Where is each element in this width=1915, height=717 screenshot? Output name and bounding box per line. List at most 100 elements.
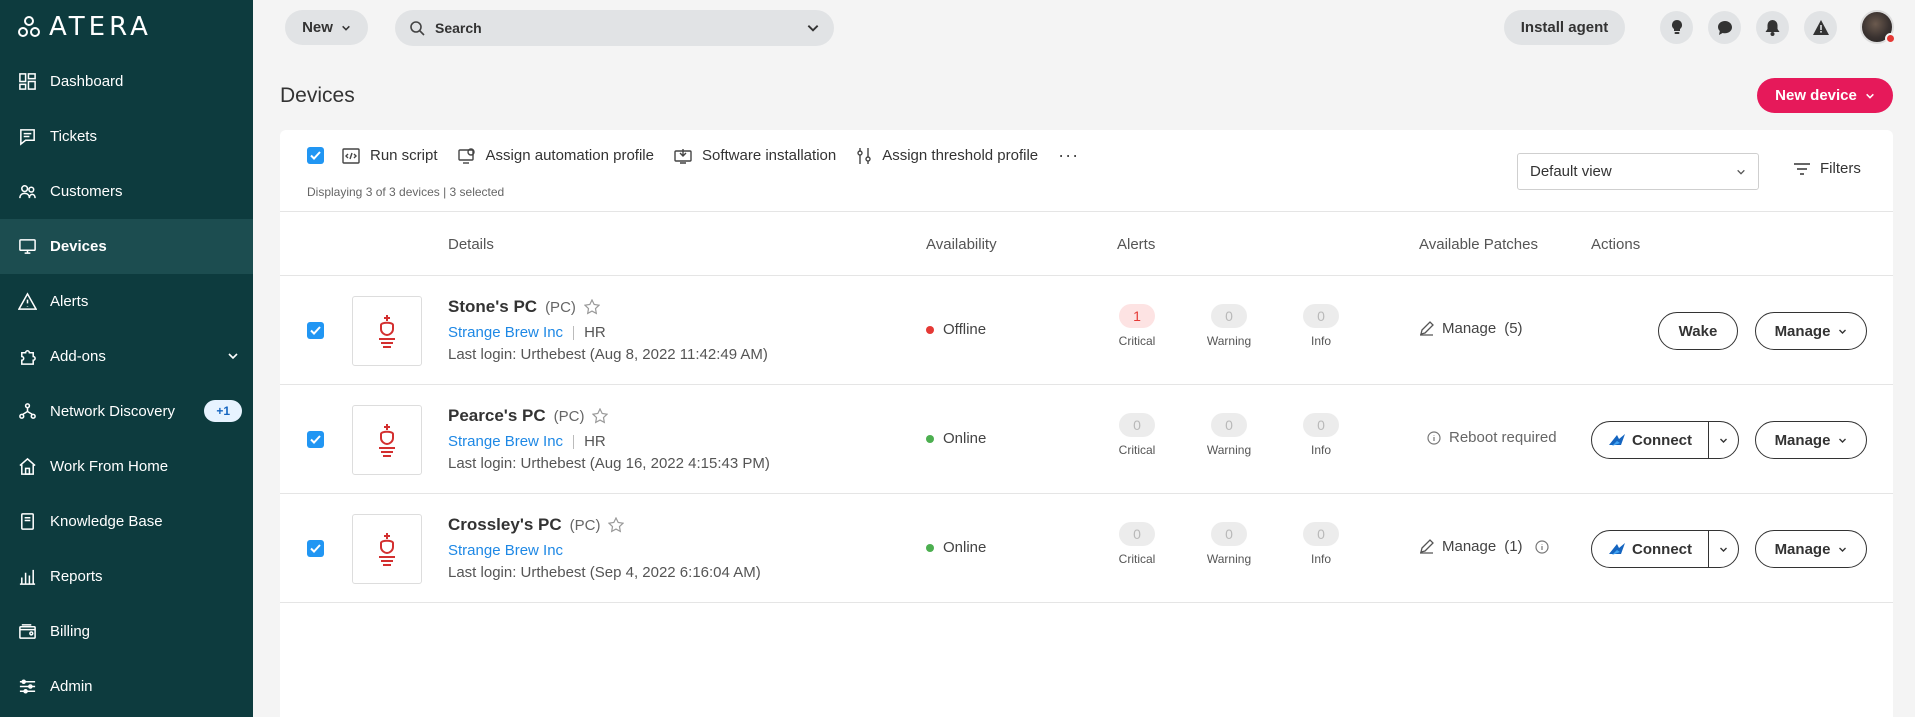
alert-warning[interactable]: 0 Warning	[1207, 304, 1251, 348]
patches-label: Manage	[1442, 320, 1497, 337]
sidebar-item-work-from-home[interactable]: Work From Home	[0, 439, 253, 494]
sidebar-item-knowledge-base[interactable]: Knowledge Base	[0, 494, 253, 549]
assign-threshold-profile-button[interactable]: Assign threshold profile	[856, 147, 1038, 165]
run-script-button[interactable]: Run script	[342, 147, 438, 164]
patches-manage[interactable]: Manage (5)	[1419, 320, 1523, 337]
warning-label: Warning	[1206, 552, 1252, 566]
status-dot	[926, 325, 934, 334]
device-name-block: Stone's PC (PC)	[448, 297, 600, 317]
manage-button[interactable]: Manage	[1755, 530, 1867, 568]
header-availability[interactable]: Availability	[926, 236, 997, 253]
select-all-checkbox[interactable]	[307, 147, 324, 164]
manage-button[interactable]: Manage	[1755, 421, 1867, 459]
customer-link[interactable]: Strange Brew Inc	[448, 433, 563, 450]
device-type: (PC)	[553, 407, 585, 425]
sidebar-item-dashboard[interactable]: Dashboard	[0, 54, 253, 109]
star-icon[interactable]	[583, 299, 600, 315]
table-row[interactable]: Crossley's PC (PC) Strange Brew Inc Last…	[280, 494, 1893, 603]
chevron-down-icon	[227, 349, 239, 366]
page-title: Devices	[280, 84, 355, 107]
connect-button[interactable]: Connect	[1591, 530, 1739, 568]
alert-critical[interactable]: 0 Critical	[1117, 522, 1157, 566]
info-icon	[1427, 430, 1441, 445]
more-icon[interactable]: ···	[1058, 145, 1079, 166]
sidebar-item-label: Network Discovery	[50, 403, 176, 420]
last-login: Last login: Urthebest (Aug 8, 2022 11:42…	[448, 346, 768, 363]
star-icon[interactable]	[608, 517, 625, 533]
status-label: Online	[943, 430, 987, 447]
device-name[interactable]: Stone's PC	[448, 297, 537, 317]
device-name[interactable]: Pearce's PC	[448, 406, 546, 426]
table-row[interactable]: Pearce's PC (PC) Strange Brew Inc HR Las…	[280, 385, 1893, 494]
new-device-button[interactable]: New device	[1757, 78, 1893, 113]
status-label: Online	[943, 539, 987, 556]
device-name[interactable]: Crossley's PC	[448, 515, 562, 535]
row-checkbox[interactable]	[307, 322, 324, 339]
connect-label: Connect	[1632, 431, 1692, 449]
sidebar-nav: Dashboard Tickets Customers Devices Aler…	[0, 54, 253, 714]
sidebar-item-admin[interactable]: Admin	[0, 659, 253, 714]
connect-button[interactable]: Connect	[1591, 421, 1739, 459]
sidebar-item-label: Admin	[50, 678, 93, 695]
star-icon[interactable]	[592, 408, 609, 424]
dashboard-icon	[17, 72, 37, 92]
manage-label: Manage	[1774, 431, 1831, 449]
warning-icon[interactable]	[1804, 11, 1837, 44]
view-select[interactable]: Default view	[1517, 153, 1759, 190]
alert-warning[interactable]: 0 Warning	[1207, 522, 1251, 566]
devices-icon	[17, 237, 37, 257]
header-alerts[interactable]: Alerts	[1117, 236, 1155, 253]
patches-manage[interactable]: Manage (1)	[1419, 538, 1549, 555]
sidebar-item-label: Customers	[50, 183, 123, 200]
chevron-down-icon[interactable]	[1709, 436, 1738, 445]
filters-label: Filters	[1820, 160, 1861, 177]
sidebar-item-label: Reports	[50, 568, 103, 585]
software-installation-button[interactable]: Software installation	[674, 147, 836, 164]
lightbulb-icon[interactable]	[1660, 11, 1693, 44]
alert-critical[interactable]: 0 Critical	[1117, 413, 1157, 457]
connect-main[interactable]: Connect	[1592, 531, 1709, 567]
header-details[interactable]: Details	[448, 236, 494, 253]
sidebar-item-customers[interactable]: Customers	[0, 164, 253, 219]
search-input[interactable]: Search	[395, 10, 834, 46]
alert-critical[interactable]: 1 Critical	[1117, 304, 1157, 348]
bell-icon[interactable]	[1756, 11, 1789, 44]
alert-info[interactable]: 0 Info	[1301, 522, 1341, 566]
row-checkbox[interactable]	[307, 431, 324, 448]
customer-link[interactable]: Strange Brew Inc	[448, 542, 563, 559]
sidebar-item-reports[interactable]: Reports	[0, 549, 253, 604]
assign-automation-profile-button[interactable]: Assign automation profile	[457, 147, 654, 164]
critical-count: 0	[1119, 522, 1155, 546]
table-row[interactable]: Stone's PC (PC) Strange Brew Inc HR Last…	[280, 276, 1893, 385]
sidebar-item-addons[interactable]: Add-ons	[0, 329, 253, 384]
patches-count: (5)	[1504, 320, 1523, 337]
chat-icon[interactable]	[1708, 11, 1741, 44]
sidebar-item-tickets[interactable]: Tickets	[0, 109, 253, 164]
customer-link[interactable]: Strange Brew Inc	[448, 324, 563, 341]
alert-warning[interactable]: 0 Warning	[1207, 413, 1251, 457]
sidebar-item-devices[interactable]: Devices	[0, 219, 253, 274]
sidebar-item-alerts[interactable]: Alerts	[0, 274, 253, 329]
alert-info[interactable]: 0 Info	[1301, 304, 1341, 348]
install-agent-button[interactable]: Install agent	[1504, 10, 1625, 45]
connect-main[interactable]: Connect	[1592, 422, 1709, 458]
row-checkbox[interactable]	[307, 540, 324, 557]
filters-button[interactable]: Filters	[1793, 160, 1861, 177]
avatar[interactable]	[1860, 10, 1896, 44]
logo[interactable]: ATERA	[17, 12, 152, 42]
chevron-down-icon[interactable]	[806, 21, 820, 35]
info-label: Info	[1310, 334, 1331, 348]
sidebar-item-label: Knowledge Base	[50, 513, 163, 530]
chevron-down-icon[interactable]	[1709, 545, 1738, 554]
chevron-down-icon	[1865, 93, 1874, 99]
manage-button[interactable]: Manage	[1755, 312, 1867, 350]
new-button[interactable]: New	[285, 10, 368, 45]
sidebar-item-network-discovery[interactable]: Network Discovery +1	[0, 384, 253, 439]
wake-button[interactable]: Wake	[1658, 312, 1738, 350]
alert-info[interactable]: 0 Info	[1301, 413, 1341, 457]
install-icon	[674, 148, 692, 164]
header-patches[interactable]: Available Patches	[1419, 236, 1538, 253]
device-type: (PC)	[545, 298, 576, 316]
sidebar-item-billing[interactable]: Billing	[0, 604, 253, 659]
info-icon[interactable]	[1534, 539, 1549, 554]
